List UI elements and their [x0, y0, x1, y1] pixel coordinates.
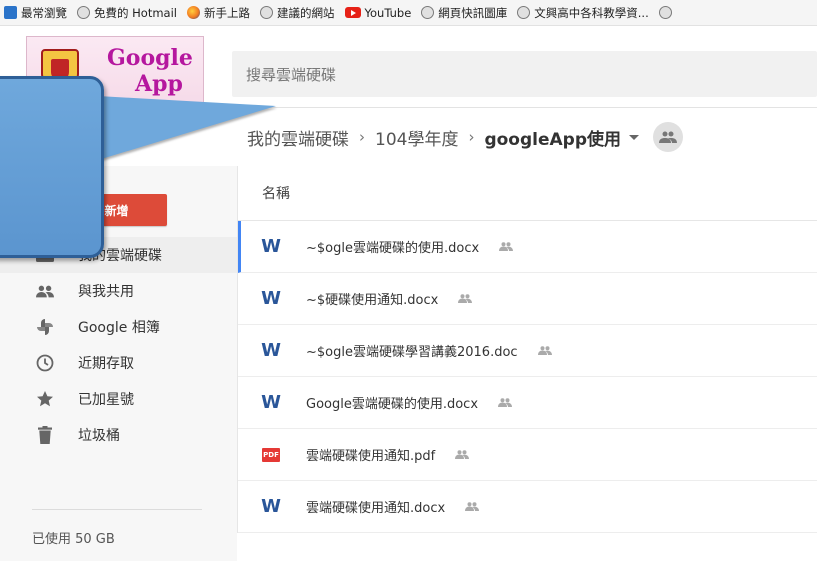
globe-icon	[77, 6, 90, 19]
file-row[interactable]: PDF 雲端硬碟使用通知.pdf	[238, 429, 817, 481]
shared-people-icon	[499, 242, 514, 251]
bookmark-label: YouTube	[364, 5, 412, 20]
sidebar-item-label: 與我共用	[78, 284, 134, 300]
file-row[interactable]: W ~$ogle雲端硬碟的使用.docx	[238, 221, 817, 273]
bookmark-school-resources[interactable]: 文興高中各科教學資...	[517, 5, 649, 21]
callout-annotation	[0, 76, 104, 258]
bookmark-web-slice-gallery[interactable]: 網頁快訊圖庫	[421, 5, 507, 21]
bookmark-label: 文興高中各科教學資...	[534, 5, 649, 20]
search-input[interactable]: 搜尋雲端硬碟	[232, 51, 817, 97]
file-name: Google雲端硬碟的使用.docx	[306, 397, 479, 412]
word-file-icon: W	[261, 392, 281, 413]
file-list: 名稱 W ~$ogle雲端硬碟的使用.docx W ~$硬碟使用通知.docx W ~$o…	[237, 166, 817, 533]
file-name: ~$ogle雲端硬碟學習講義2016.doc	[306, 345, 518, 360]
logo-text-app: App	[135, 71, 183, 97]
shared-people-icon	[455, 450, 470, 459]
file-row[interactable]: W ~$ogle雲端硬碟學習講義2016.doc	[238, 325, 817, 377]
name-column-header[interactable]: 名稱	[238, 166, 817, 221]
breadcrumb: 我的雲端硬碟 › 104學年度 › googleApp使用	[237, 109, 817, 165]
globe-icon	[260, 6, 273, 19]
bookmark-label: 最常瀏覽	[21, 5, 67, 20]
file-row[interactable]: W 雲端硬碟使用通知.docx	[238, 481, 817, 533]
bookmark-suggested-sites[interactable]: 建議的網站	[260, 5, 335, 21]
globe-icon	[517, 6, 531, 19]
shared-people-icon	[465, 502, 480, 511]
file-name: ~$硬碟使用通知.docx	[306, 293, 439, 308]
sidebar-item-label: 垃圾桶	[78, 428, 120, 444]
shared-folder-button[interactable]	[653, 122, 684, 152]
star-icon	[36, 390, 54, 408]
breadcrumb-separator: ›	[359, 128, 365, 146]
bookmark-most-visited[interactable]: 最常瀏覽	[4, 5, 67, 21]
logo-text-google: Google	[107, 45, 193, 71]
sidebar-item-google-photos[interactable]: Google 相簿	[0, 309, 237, 345]
file-name: 雲端硬碟使用通知.pdf	[306, 449, 436, 464]
youtube-icon	[344, 7, 361, 18]
file-name: ~$ogle雲端硬碟的使用.docx	[306, 241, 480, 256]
word-file-icon: W	[261, 496, 281, 517]
shared-people-icon	[458, 294, 473, 303]
bookmark-getting-started[interactable]: 新手上路	[187, 5, 250, 21]
file-row[interactable]: W ~$硬碟使用通知.docx	[238, 273, 817, 325]
bookmark-label: 免費的 Hotmail	[94, 5, 177, 20]
trash-icon	[36, 426, 54, 444]
globe-icon	[658, 6, 672, 19]
bookmark-label: 新手上路	[204, 5, 250, 20]
ie-icon	[4, 6, 17, 19]
bookmark-label: 網頁快訊圖庫	[438, 5, 508, 20]
word-file-icon: W	[261, 236, 281, 257]
sidebar-item-recent[interactable]: 近期存取	[0, 345, 237, 381]
firefox-icon	[187, 6, 200, 19]
breadcrumb-folder[interactable]: 104學年度	[375, 125, 458, 150]
sidebar-item-label: Google 相簿	[78, 320, 160, 336]
breadcrumb-separator: ›	[468, 128, 475, 146]
breadcrumb-current-folder[interactable]: googleApp使用	[484, 125, 621, 150]
storage-usage[interactable]: 已使用 50 GB	[32, 528, 115, 547]
file-name: 雲端硬碟使用通知.docx	[306, 501, 446, 516]
sidebar-item-trash[interactable]: 垃圾桶	[0, 417, 237, 453]
sidebar-item-shared-with-me[interactable]: 與我共用	[0, 273, 237, 309]
chevron-down-icon[interactable]	[629, 134, 640, 140]
sidebar-item-label: 近期存取	[78, 356, 134, 372]
bookmark-youtube[interactable]: YouTube	[344, 5, 412, 20]
shared-people-icon	[498, 398, 513, 407]
clock-icon	[36, 354, 54, 372]
bookmark-overflow[interactable]	[658, 6, 676, 19]
bookmark-label: 建議的網站	[277, 5, 335, 20]
bookmark-hotmail[interactable]: 免費的 Hotmail	[77, 5, 177, 21]
file-row[interactable]: W Google雲端硬碟的使用.docx	[238, 377, 817, 429]
photos-icon	[36, 318, 54, 336]
people-icon	[36, 282, 54, 300]
sidebar-item-starred[interactable]: 已加星號	[0, 381, 237, 417]
globe-icon	[421, 6, 435, 19]
word-file-icon: W	[261, 340, 281, 361]
callout-pointer	[98, 96, 276, 160]
pdf-file-icon: PDF	[262, 447, 280, 462]
sidebar-item-label: 已加星號	[78, 392, 134, 408]
sidebar-nav: 我的雲端硬碟 與我共用 Google 相簿 近期存取 已加星號 垃圾桶	[0, 237, 237, 453]
word-file-icon: W	[261, 288, 281, 309]
shared-people-icon	[537, 346, 552, 355]
sidebar-divider	[32, 509, 202, 510]
bookmarks-bar: 最常瀏覽 免費的 Hotmail 新手上路 建議的網站 YouTube 網頁快訊…	[0, 0, 817, 26]
people-icon	[659, 131, 678, 143]
